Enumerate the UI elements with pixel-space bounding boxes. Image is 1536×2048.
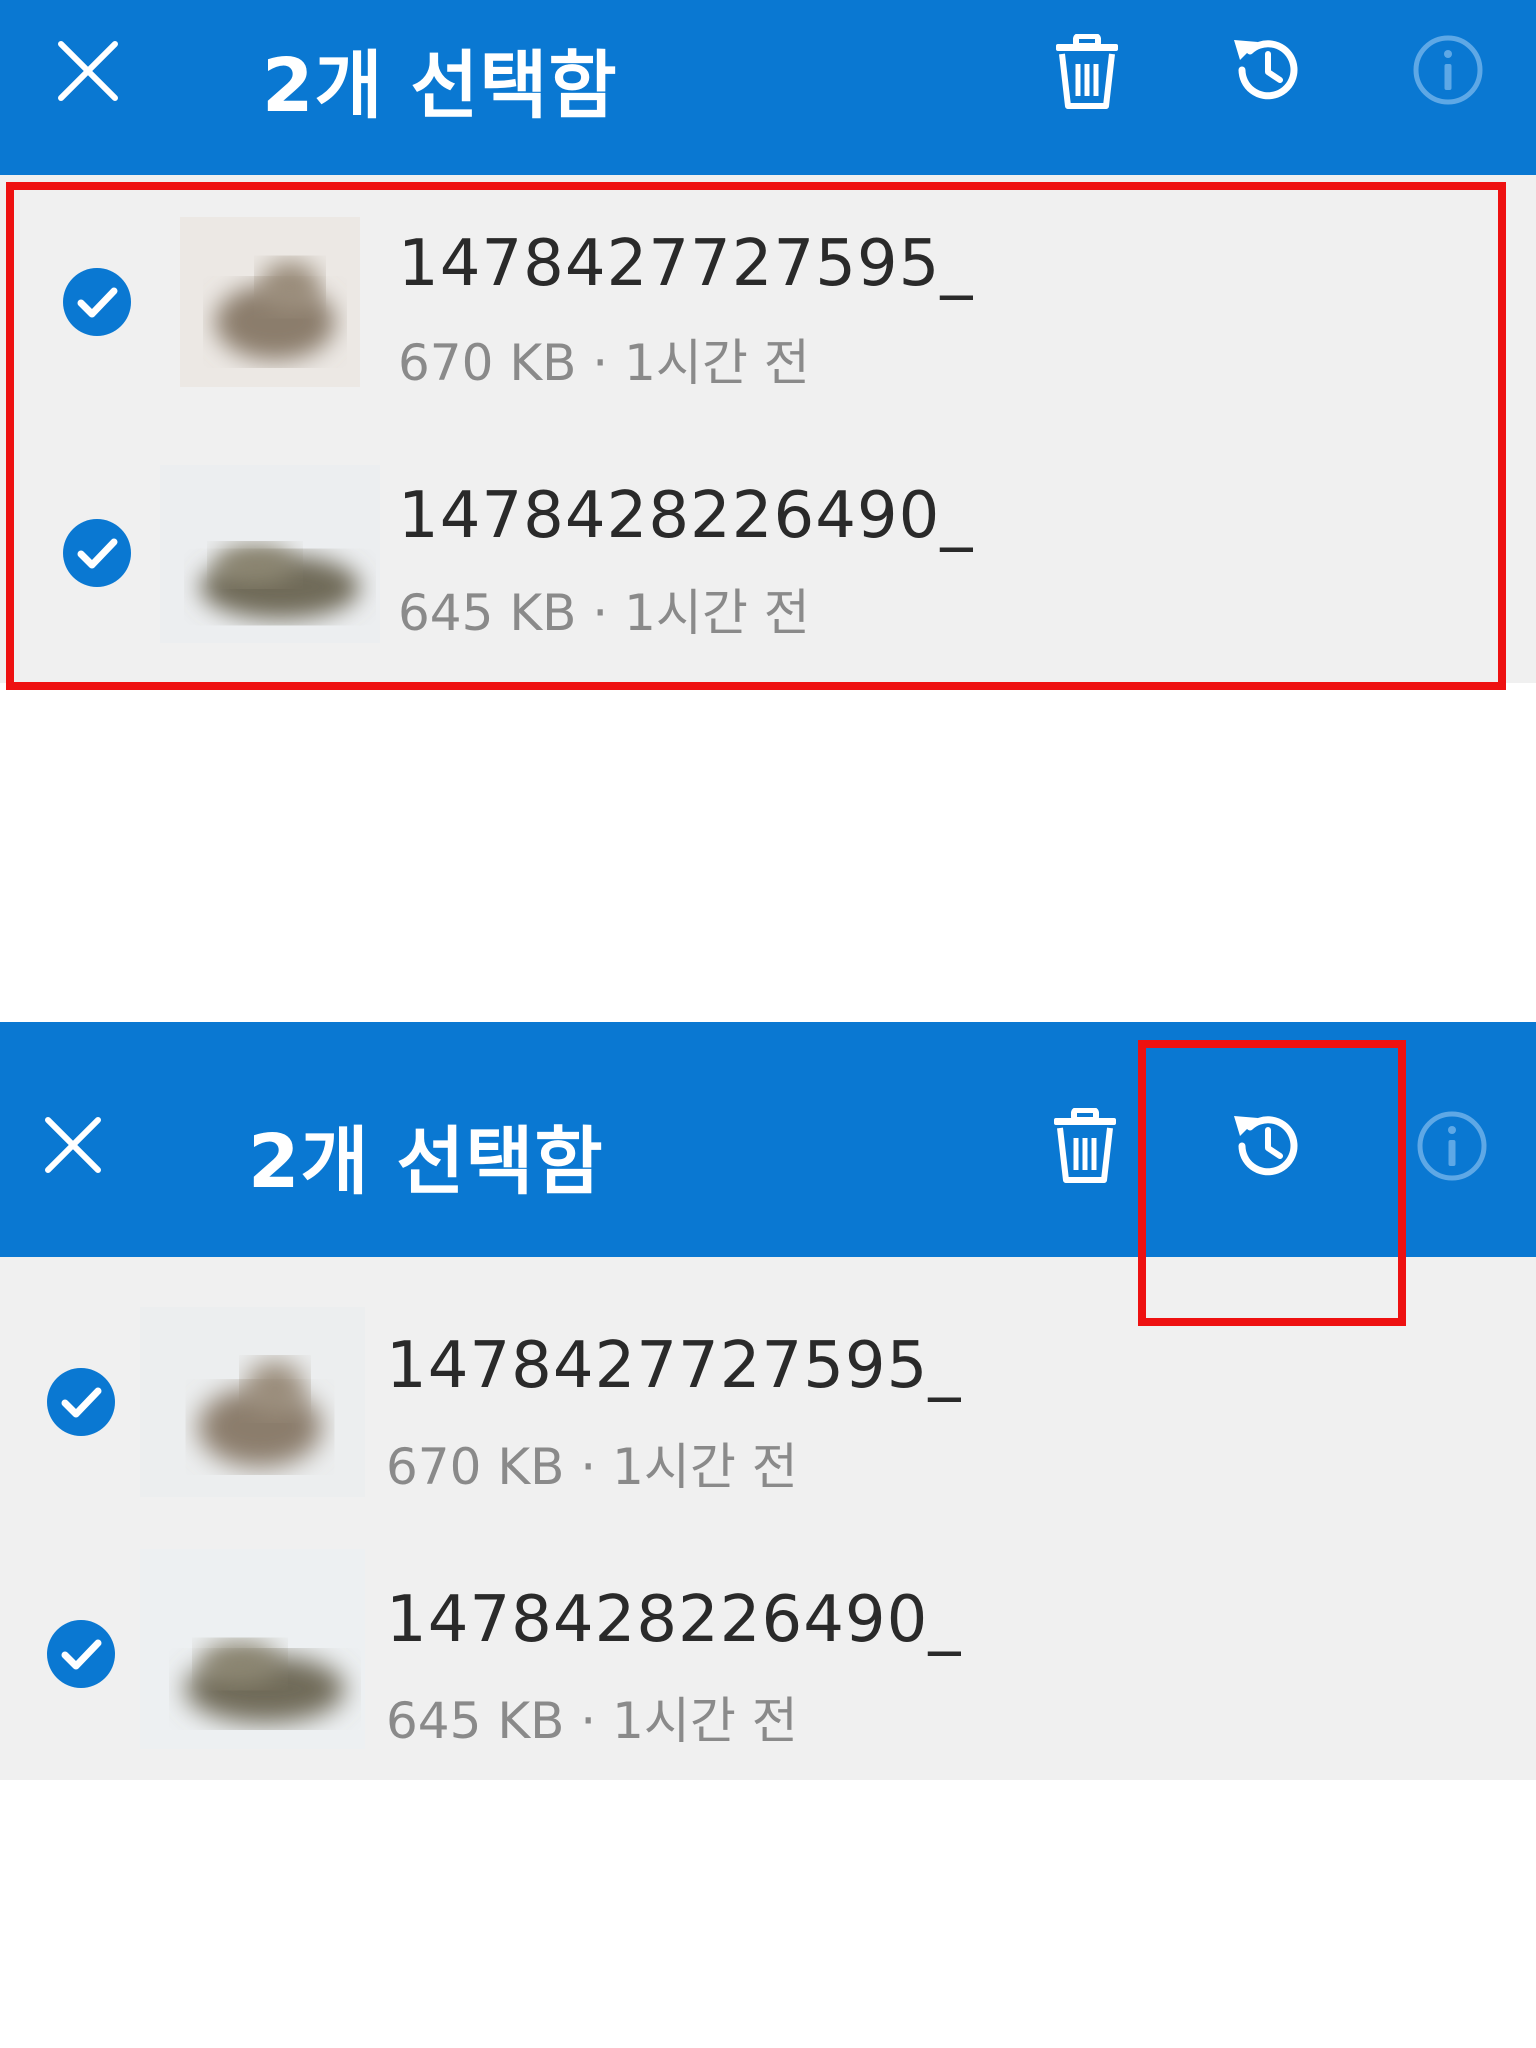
checked-circle-icon[interactable] <box>46 1367 116 1437</box>
close-icon[interactable] <box>55 38 121 104</box>
trash-icon[interactable] <box>1050 1108 1120 1184</box>
screenshot-panel-top: 2개 선택함 1478427727595_ 670 KB · 1시간 전 147… <box>0 0 1536 1022</box>
file-list-item[interactable]: 1478428226490_ 645 KB · 1시간 전 <box>0 1519 1536 1769</box>
file-list: 1478427727595_ 670 KB · 1시간 전 1478428226… <box>0 175 1536 683</box>
blurred-image-preview <box>140 1549 365 1749</box>
selection-app-bar: 2개 선택함 <box>0 0 1536 175</box>
file-name: 1478428226490_ <box>386 1583 962 1657</box>
trash-icon[interactable] <box>1052 34 1122 110</box>
file-meta: 670 KB · 1시간 전 <box>398 334 810 392</box>
file-meta: 670 KB · 1시간 전 <box>386 1438 798 1496</box>
file-thumbnail <box>160 465 380 643</box>
blurred-image-preview <box>180 217 360 387</box>
file-list-item[interactable]: 1478427727595_ 670 KB · 1시간 전 <box>0 175 1536 425</box>
file-thumbnail <box>140 1307 365 1497</box>
blurred-image-preview <box>140 1307 365 1497</box>
file-list-item[interactable]: 1478428226490_ 645 KB · 1시간 전 <box>0 425 1536 675</box>
blurred-image-preview <box>160 465 380 643</box>
screenshot-panel-bottom: 2개 선택함 1478427727595_ 670 KB · 1시간 전 147… <box>0 1022 1536 2048</box>
close-icon[interactable] <box>42 1114 104 1176</box>
selection-count-title: 2개 선택함 <box>262 43 618 129</box>
file-name: 1478427727595_ <box>398 227 974 301</box>
checked-circle-icon[interactable] <box>46 1619 116 1689</box>
file-list-item[interactable]: 1478427727595_ 670 KB · 1시간 전 <box>0 1257 1536 1507</box>
selection-count-title: 2개 선택함 <box>248 1119 604 1205</box>
checked-circle-icon[interactable] <box>62 518 132 588</box>
checked-circle-icon[interactable] <box>62 267 132 337</box>
file-thumbnail <box>180 217 360 387</box>
file-list: 1478427727595_ 670 KB · 1시간 전 1478428226… <box>0 1257 1536 1780</box>
info-icon <box>1413 35 1483 105</box>
file-thumbnail <box>140 1549 365 1749</box>
file-name: 1478428226490_ <box>398 479 974 553</box>
selection-app-bar: 2개 선택함 <box>0 1022 1536 1257</box>
history-restore-icon[interactable] <box>1228 1106 1308 1186</box>
history-restore-icon[interactable] <box>1228 30 1308 110</box>
file-meta: 645 KB · 1시간 전 <box>386 1692 798 1750</box>
file-meta: 645 KB · 1시간 전 <box>398 584 810 642</box>
file-name: 1478427727595_ <box>386 1329 962 1403</box>
info-icon <box>1417 1111 1487 1181</box>
